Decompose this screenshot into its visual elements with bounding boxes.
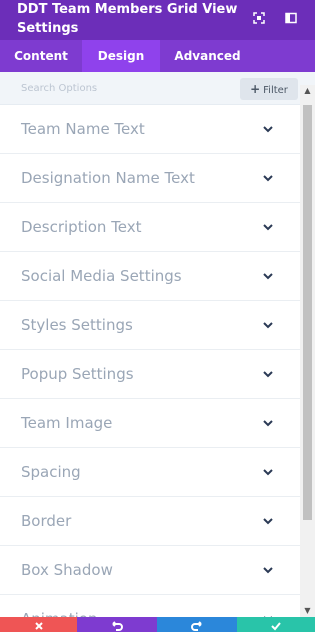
section-popup-settings[interactable]: Popup Settings [0,350,300,399]
settings-header: DDT Team Members Grid View Settings [0,0,315,40]
section-label: Designation Name Text [21,169,195,187]
scrollbar[interactable]: ▲ ▼ [300,85,315,617]
settings-tabs: Content Design Advanced [0,40,315,72]
section-animation[interactable]: Animation [0,595,300,617]
section-team-image[interactable]: Team Image [0,399,300,448]
chevron-down-icon [263,224,273,231]
scroll-up-icon[interactable]: ▲ [300,85,315,97]
chevron-down-icon [263,518,273,525]
search-bar: +Filter [0,72,315,105]
close-icon [34,622,43,630]
settings-section-list: Team Name Text Designation Name Text Des… [0,105,300,617]
discard-button[interactable] [0,617,77,632]
section-label: Popup Settings [21,365,134,383]
search-options-input[interactable] [0,72,235,105]
chevron-down-icon [263,322,273,329]
section-label: Styles Settings [21,316,133,334]
plus-icon: + [250,82,261,96]
modal-title: DDT Team Members Grid View Settings [17,2,238,36]
sidebar-toggle-icon[interactable] [284,10,298,24]
tab-advanced[interactable]: Advanced [160,40,255,72]
chevron-down-icon [263,175,273,182]
undo-icon [112,621,123,631]
scroll-down-icon[interactable]: ▼ [300,605,315,617]
section-label: Animation [21,595,97,617]
section-label: Team Name Text [21,120,145,138]
section-border[interactable]: Border [0,497,300,546]
chevron-down-icon [263,567,273,574]
section-styles-settings[interactable]: Styles Settings [0,301,300,350]
section-label: Border [21,512,72,530]
section-label: Box Shadow [21,561,113,579]
section-label: Spacing [21,463,81,481]
filter-label: Filter [263,85,288,96]
tab-content[interactable]: Content [0,40,82,72]
filter-button[interactable]: + Filter [240,78,298,100]
section-social-media-settings[interactable]: Social Media Settings [0,252,300,301]
section-label: Team Image [21,414,113,432]
tab-design[interactable]: Design [82,40,160,72]
section-designation-name-text[interactable]: Designation Name Text [0,154,300,203]
scrollbar-thumb[interactable] [303,105,312,520]
expand-icon[interactable] [252,10,266,24]
section-team-name-text[interactable]: Team Name Text [0,105,300,154]
section-label: Description Text [21,218,142,236]
save-button[interactable] [237,617,315,632]
chevron-down-icon [263,273,273,280]
chevron-down-icon [263,469,273,476]
section-box-shadow[interactable]: Box Shadow [0,546,300,595]
undo-button[interactable] [77,617,157,632]
check-icon [271,622,281,631]
chevron-down-icon [263,420,273,427]
action-footer [0,617,315,632]
section-description-text[interactable]: Description Text [0,203,300,252]
section-label: Social Media Settings [21,267,182,285]
chevron-down-icon [263,371,273,378]
redo-button[interactable] [157,617,237,632]
redo-icon [191,621,202,631]
section-spacing[interactable]: Spacing [0,448,300,497]
chevron-down-icon [263,126,273,133]
